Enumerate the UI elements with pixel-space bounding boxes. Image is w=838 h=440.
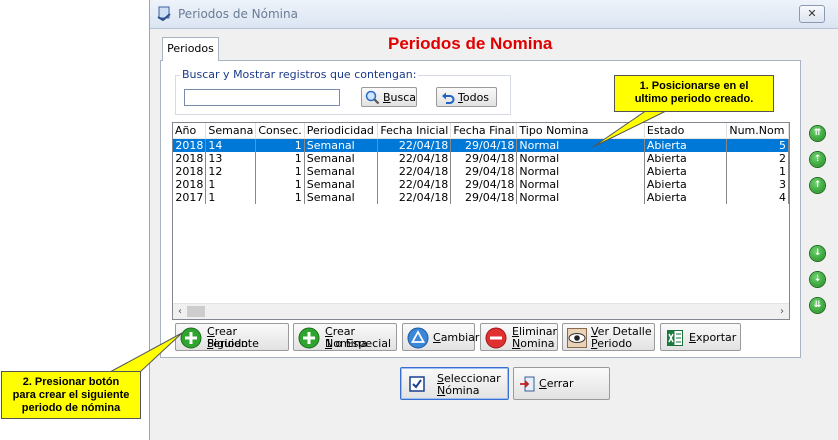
callout-bottom-line3: periodo de nómina [21, 402, 121, 414]
callout-top-line1: 1. Posicionarse en el [639, 80, 749, 92]
callout-top-pointer [592, 107, 673, 148]
callout-top-line2: ultimo periodo creado. [634, 93, 754, 105]
callout-presionar-boton: 2. Presionar botón para crear el siguien… [1, 371, 141, 419]
callout-posicionarse: 1. Posicionarse en el ultimo periodo cre… [614, 75, 774, 112]
callout-bottom-line2: para crear el siguiente [12, 389, 130, 401]
callout-bottom-line1: 2. Presionar botón [22, 376, 120, 388]
callout-bottom-pointer [109, 332, 183, 373]
tab-periodos[interactable]: Periodos [162, 37, 219, 61]
